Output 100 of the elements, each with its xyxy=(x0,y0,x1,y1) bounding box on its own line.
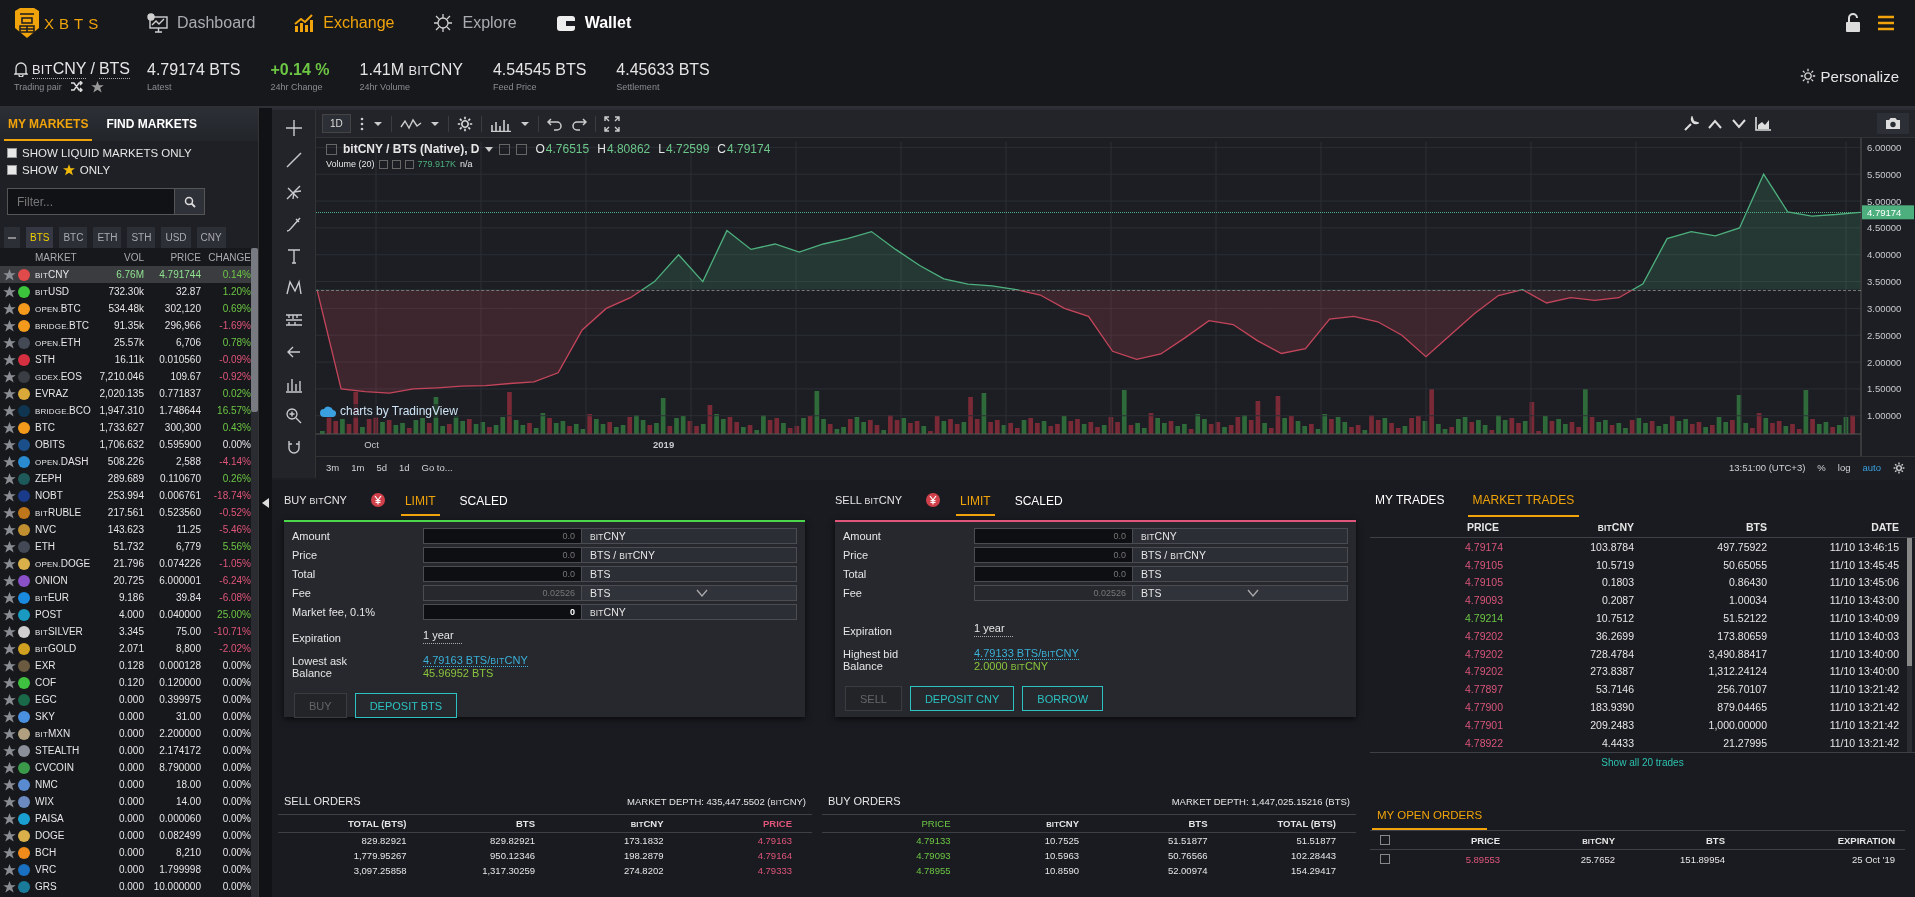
star-icon[interactable] xyxy=(3,353,16,366)
input-field[interactable]: 0.0 xyxy=(423,547,582,563)
market-tab[interactable]: FIND MARKETS xyxy=(102,108,202,141)
action-button[interactable]: BORROW xyxy=(1022,686,1104,711)
star-icon[interactable] xyxy=(3,727,16,740)
caret-icon[interactable] xyxy=(485,146,494,152)
action-button[interactable]: DEPOSIT BTS xyxy=(354,693,458,718)
star-icon[interactable] xyxy=(3,472,16,485)
market-row[interactable]: OPEN.ETH 25.57k 6,706 0.78% xyxy=(0,334,251,351)
market-row[interactable]: OPEN.BTC 534.48k 302,120 0.69% xyxy=(0,300,251,317)
range-button[interactable]: 3m xyxy=(326,462,340,473)
star-icon[interactable] xyxy=(3,336,16,349)
star-icon[interactable] xyxy=(90,80,104,93)
scale-button[interactable]: % xyxy=(1817,462,1826,473)
redo-icon[interactable] xyxy=(570,116,587,131)
chevron-up-icon[interactable] xyxy=(1707,117,1723,130)
input-field[interactable]: 0.0 xyxy=(974,528,1133,544)
market-row[interactable]: BITMXN 0.000 2.200000 0.00% xyxy=(0,725,251,742)
star-icon[interactable] xyxy=(3,795,16,808)
star-icon[interactable] xyxy=(3,506,16,519)
star-icon[interactable] xyxy=(3,268,16,281)
star-icon[interactable] xyxy=(3,404,16,417)
market-row[interactable]: GRS 0.000 10.000000 0.00% xyxy=(0,878,251,895)
visibility-button[interactable] xyxy=(378,159,388,169)
order-type-tab[interactable]: SCALED xyxy=(1010,484,1067,516)
checkbox[interactable] xyxy=(7,164,17,175)
scrollbar[interactable] xyxy=(251,248,258,897)
range-button[interactable]: 5d xyxy=(376,462,387,473)
column-header[interactable]: BTS xyxy=(1634,521,1767,533)
column-header[interactable]: MARKET xyxy=(35,251,99,263)
shuffle-icon[interactable] xyxy=(69,81,83,92)
bell-icon[interactable] xyxy=(14,61,28,77)
star-icon[interactable] xyxy=(3,812,16,825)
star-icon[interactable] xyxy=(3,557,16,570)
goto-button[interactable]: Go to... xyxy=(421,462,453,473)
market-row[interactable]: WIX 0.000 14.00 0.00% xyxy=(0,793,251,810)
unit-selector[interactable]: BTS / BITCNY xyxy=(582,547,797,563)
star-icon[interactable] xyxy=(3,880,16,893)
market-row[interactable]: OBITS 1,706.632 0.595900 0.00% xyxy=(0,436,251,453)
search-button[interactable] xyxy=(175,188,205,215)
base-tab[interactable]: CNY xyxy=(196,227,226,248)
star-icon[interactable] xyxy=(3,591,16,604)
market-row[interactable]: EGC 0.000 0.399975 0.00% xyxy=(0,691,251,708)
trades-tab[interactable]: MY TRADES xyxy=(1370,484,1450,517)
interval-button[interactable]: 1D xyxy=(322,114,351,133)
pair-link[interactable]: BTS xyxy=(98,59,131,79)
column-header[interactable]: BTS xyxy=(406,818,535,829)
checkbox[interactable] xyxy=(1380,835,1390,845)
filter-field[interactable]: Filter... xyxy=(7,188,175,215)
wrench-icon[interactable] xyxy=(1683,115,1699,132)
crosshair-icon[interactable] xyxy=(283,118,304,138)
settings-icon[interactable] xyxy=(456,115,473,132)
column-header[interactable]: PRICE xyxy=(663,818,792,829)
input-field[interactable]: 0.0 xyxy=(974,547,1133,563)
star-icon[interactable] xyxy=(3,574,16,587)
market-row[interactable]: POST 4.000 0.040000 25.00% xyxy=(0,606,251,623)
balance-value[interactable]: 2.0000 BITCNY xyxy=(974,660,1049,672)
unit-selector[interactable]: BTS xyxy=(582,566,797,582)
star-icon[interactable] xyxy=(3,421,16,434)
column-header[interactable]: BITCNY xyxy=(1503,521,1634,533)
caret-icon[interactable] xyxy=(372,120,383,127)
market-row[interactable]: EXR 0.128 0.000128 0.00% xyxy=(0,657,251,674)
unit-selector[interactable]: BITCNY xyxy=(582,528,797,544)
base-tab[interactable]: BTC xyxy=(59,227,88,248)
star-icon[interactable] xyxy=(3,285,16,298)
collapse-button[interactable] xyxy=(4,227,20,248)
pair-link[interactable]: BITCNY xyxy=(32,59,87,79)
market-row[interactable]: BRIDGE.BTC 91.35k 296,966 -1.69% xyxy=(0,317,251,334)
star-icon[interactable] xyxy=(3,523,16,536)
market-row[interactable]: ONION 20.725 6.000001 -6.24% xyxy=(0,572,251,589)
star-icon[interactable] xyxy=(3,438,16,451)
order-type-tab[interactable]: LIMIT xyxy=(956,484,995,516)
market-row[interactable]: GDEX.EOS 7,210.046 109.67 -0.92% xyxy=(0,368,251,385)
column-header[interactable]: TOTAL (BTS) xyxy=(1207,818,1336,829)
balance-value[interactable]: 45.96952 BTS xyxy=(423,667,494,679)
settings-button[interactable] xyxy=(391,159,401,169)
column-header[interactable]: TOTAL (BTS) xyxy=(278,818,407,829)
star-icon[interactable] xyxy=(3,829,16,842)
star-icon[interactable] xyxy=(3,387,16,400)
visibility-button[interactable] xyxy=(499,143,511,155)
star-icon[interactable] xyxy=(3,608,16,621)
star-icon[interactable] xyxy=(3,489,16,502)
star-icon[interactable] xyxy=(3,455,16,468)
column-header[interactable]: PRICE xyxy=(1400,834,1500,846)
market-row[interactable]: DOGE 0.000 0.082499 0.00% xyxy=(0,827,251,844)
price-link[interactable]: 4.79163 BTS/BITCNY xyxy=(423,654,528,667)
unit-selector[interactable]: BTS xyxy=(1133,566,1348,582)
market-row[interactable]: NVC 143.623 11.25 -5.46% xyxy=(0,521,251,538)
close-button[interactable] xyxy=(404,159,414,169)
market-row[interactable]: BITRUBLE 217.561 0.523560 -0.52% xyxy=(0,504,251,521)
input-field[interactable]: 0.0 xyxy=(423,566,582,582)
base-tab[interactable]: STH xyxy=(127,227,156,248)
caret-icon[interactable] xyxy=(429,120,440,127)
nav-link[interactable]: Dashboard xyxy=(147,13,256,33)
trades-tab[interactable]: MARKET TRADES xyxy=(1467,484,1580,517)
collapse-button[interactable] xyxy=(326,143,337,155)
market-row[interactable]: VRC 0.000 1.799998 0.00% xyxy=(0,861,251,878)
time-label[interactable]: 13:51:00 (UTC+3) xyxy=(1729,462,1806,473)
column-header[interactable]: EXPIRATION xyxy=(1725,834,1895,846)
open-orders-tab[interactable]: MY OPEN ORDERS xyxy=(1372,802,1488,830)
